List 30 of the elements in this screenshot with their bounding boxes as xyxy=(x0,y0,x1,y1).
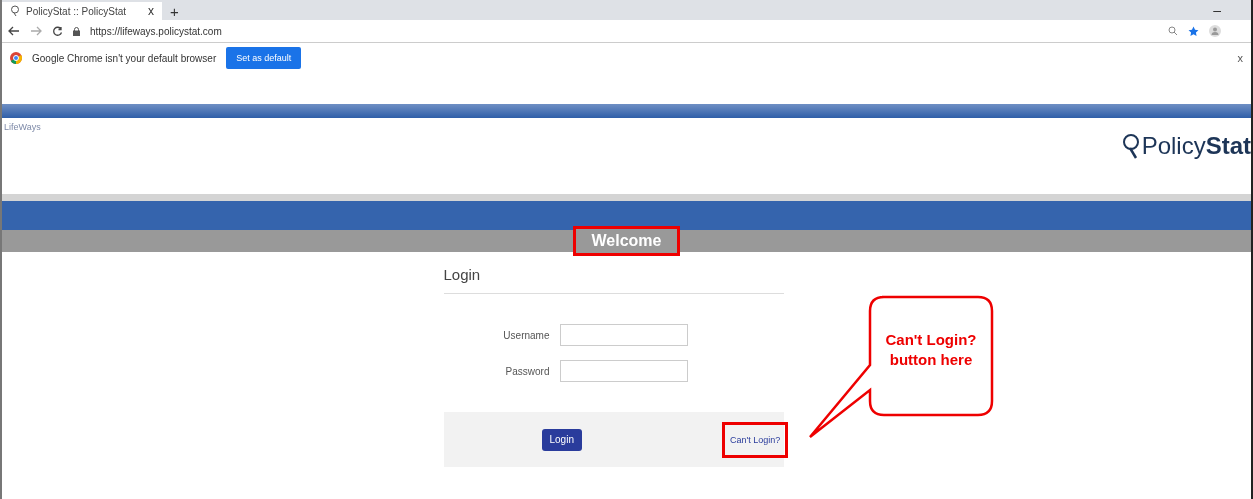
site-logo[interactable]: PolicyStat xyxy=(1121,132,1251,160)
infobar-close-button[interactable]: x xyxy=(1237,52,1243,64)
chrome-logo-icon xyxy=(10,52,22,64)
organization-name: LifeWays xyxy=(4,122,41,132)
field-label: Username xyxy=(502,329,550,341)
field-label: Password xyxy=(504,365,550,377)
set-default-button[interactable]: Set as default xyxy=(226,47,302,69)
lock-icon xyxy=(73,26,80,36)
magnifier-icon xyxy=(1121,133,1142,159)
star-icon[interactable] xyxy=(1188,25,1199,37)
minimize-button[interactable]: – xyxy=(1213,2,1221,18)
input-field[interactable] xyxy=(559,324,688,346)
callout-text: Can't Login? button here xyxy=(884,330,978,370)
reload-icon[interactable] xyxy=(52,25,63,37)
tab-close-button[interactable]: x xyxy=(148,4,154,18)
browser-tab[interactable]: PolicyStat :: PolicyStat x xyxy=(2,2,162,20)
tab-title: PolicyStat :: PolicyStat xyxy=(26,5,128,17)
zoom-icon[interactable] xyxy=(1168,26,1178,36)
new-tab-button[interactable]: + xyxy=(170,2,179,20)
address-bar[interactable]: https://lifeways.policystat.com xyxy=(90,25,1158,37)
welcome-heading: Welcome xyxy=(572,226,681,256)
back-icon[interactable] xyxy=(8,26,20,36)
login-title: Login xyxy=(443,260,784,294)
magnifier-icon xyxy=(10,5,20,17)
profile-icon[interactable] xyxy=(1209,25,1221,37)
login-button[interactable]: Login xyxy=(541,428,582,451)
forward-icon[interactable] xyxy=(30,26,42,36)
infobar-message: Google Chrome isn't your default browser xyxy=(32,52,217,64)
input-field[interactable] xyxy=(559,360,688,382)
cant-login-link[interactable]: Can't Login? xyxy=(721,421,789,458)
